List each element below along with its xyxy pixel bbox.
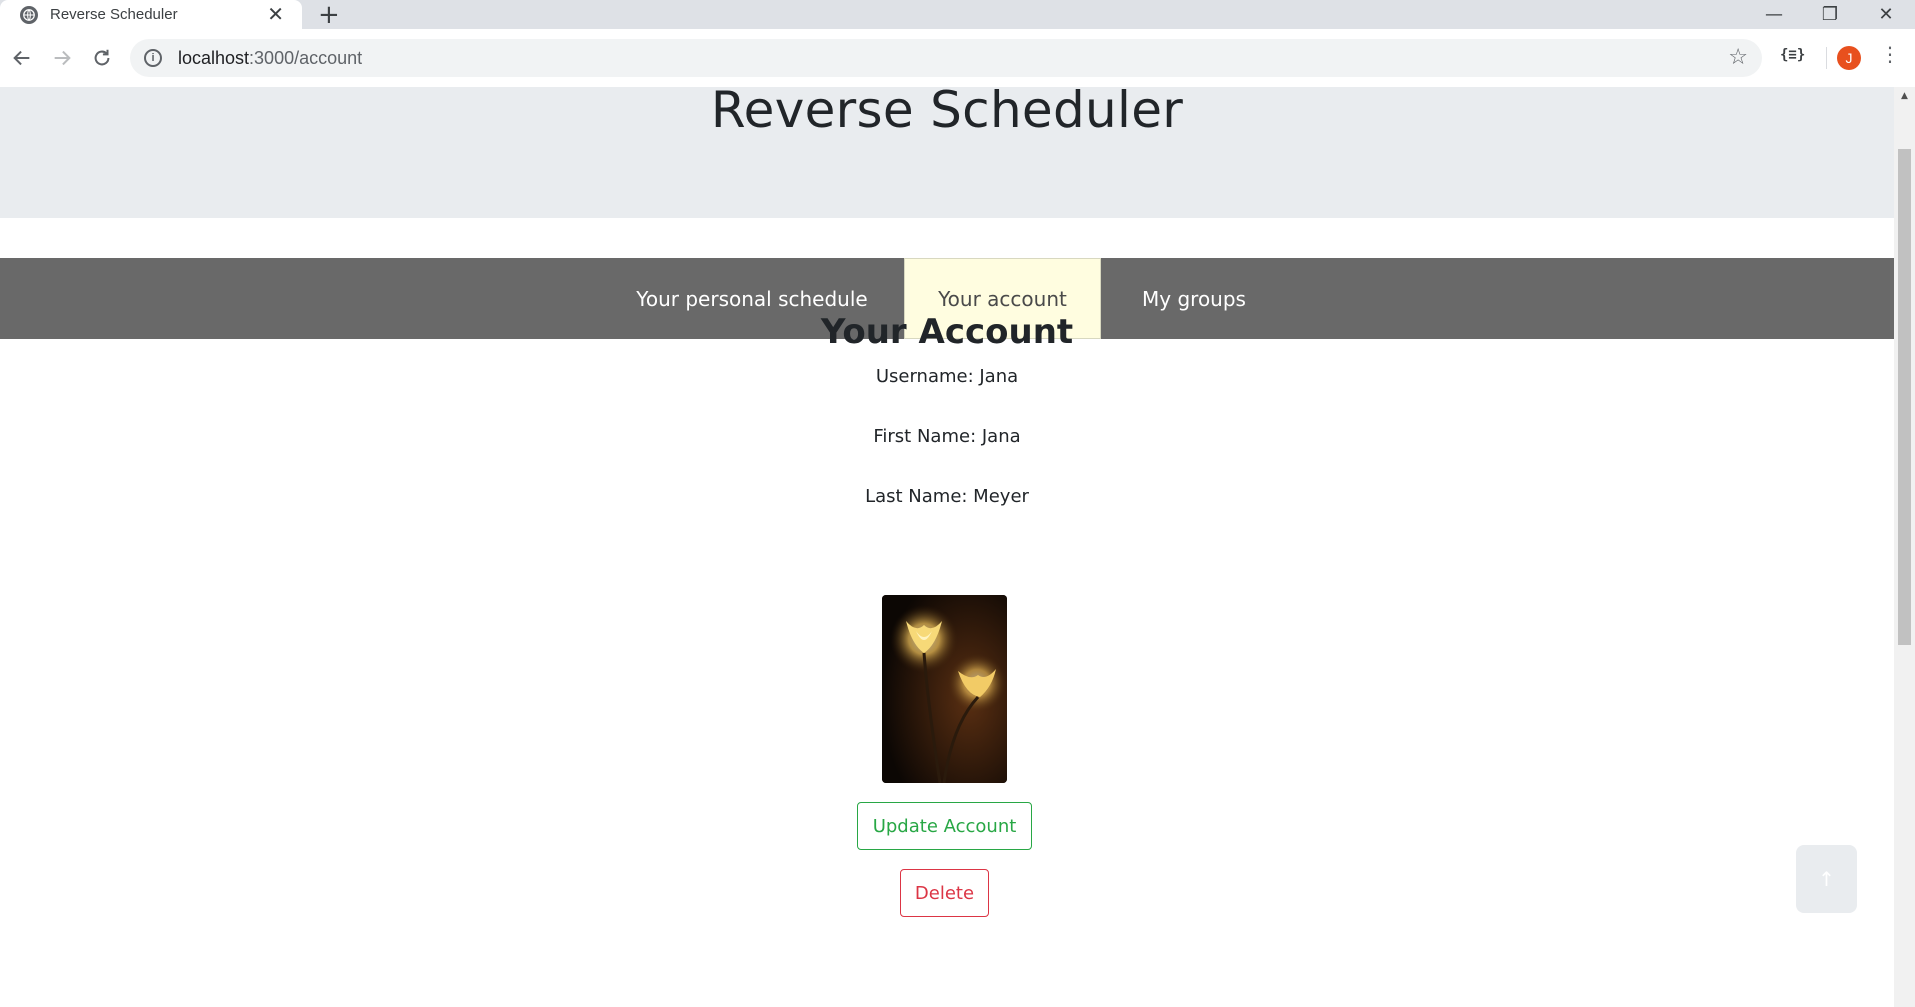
close-tab-icon[interactable]: ✕ [267,4,284,24]
bookmark-star-icon[interactable]: ☆ [1728,47,1748,69]
browser-tab[interactable]: Reverse Scheduler ✕ [0,0,302,29]
first-name-text: First Name: Jana [873,426,1021,447]
minimize-icon[interactable]: — [1746,0,1802,29]
scrollbar-thumb[interactable] [1898,149,1911,645]
back-arrow-icon[interactable] [6,42,38,74]
page-viewport: Reverse Scheduler Your personal schedule… [0,87,1894,1007]
address-bar[interactable]: i localhost:3000/account ☆ [130,39,1762,77]
account-heading: Your Account [820,312,1074,352]
username-text: Username: Jana [875,366,1019,387]
info-icon[interactable]: i [144,49,162,67]
profile-photo-image [882,595,1007,783]
toolbar-divider [1826,47,1827,69]
close-window-icon[interactable]: ✕ [1858,0,1914,29]
url-host: localhost [178,47,250,68]
page-title: Reverse Scheduler [710,87,1184,139]
forward-arrow-icon[interactable] [46,42,78,74]
url-text: localhost:3000/account [178,48,362,69]
last-name-text: Last Name: Meyer [865,486,1029,507]
url-path: :3000/account [249,47,363,68]
maximize-icon[interactable]: ❐ [1802,0,1858,29]
scroll-up-arrow-icon[interactable]: ▲ [1894,87,1915,104]
update-account-button[interactable]: Update Account [857,802,1032,850]
tab-title: Reverse Scheduler [50,6,178,23]
globe-icon [20,5,38,24]
reload-icon[interactable] [86,42,118,74]
menu-kebab-icon[interactable]: ⋮ [1880,44,1900,64]
header-jumbotron: Reverse Scheduler [0,87,1894,218]
browser-tabstrip: Reverse Scheduler ✕ + — ❐ ✕ [0,0,1915,29]
profile-avatar[interactable]: J [1837,46,1861,70]
delete-account-button[interactable]: Delete [900,869,989,917]
extension-icon[interactable]: {≡} [1780,47,1805,63]
back-to-top-button[interactable]: ↑ [1796,845,1857,913]
new-tab-icon[interactable]: + [318,2,340,28]
profile-photo [882,595,1007,783]
vertical-scrollbar[interactable]: ▲ [1894,87,1915,1007]
browser-toolbar: i localhost:3000/account ☆ [0,29,1915,88]
